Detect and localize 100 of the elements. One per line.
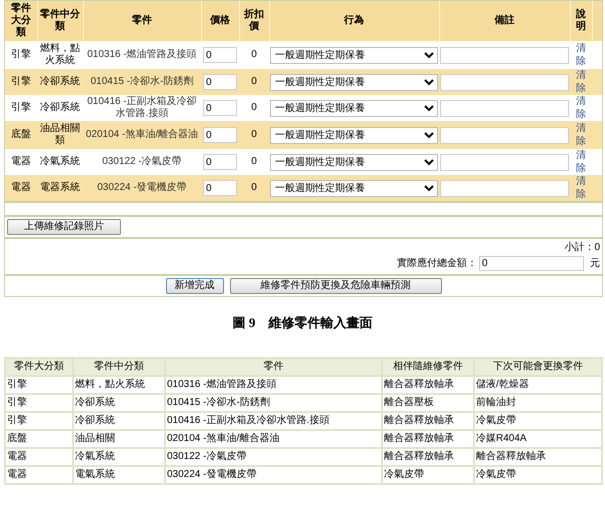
table-cell: 電器 <box>6 449 72 465</box>
table-cell: 030122 -冷氣皮帶 <box>166 449 381 465</box>
price-field[interactable]: 0 <box>203 180 237 196</box>
clear-link[interactable]: 清除 <box>576 122 586 148</box>
table-cell: 冷卻系統 <box>74 395 164 411</box>
price-field[interactable]: 0 <box>203 127 237 143</box>
column-header: 零件中分類 <box>37 1 83 41</box>
table-cell: 電氣系統 <box>74 467 164 483</box>
table-cell: 010316 -燃油管路及接頭 <box>83 41 201 69</box>
table-cell: 油品相關 <box>74 431 164 447</box>
price-field[interactable]: 0 <box>203 100 237 116</box>
table-cell: 燃料，點火系統 <box>74 377 164 393</box>
table-cell: 電器 <box>5 149 37 175</box>
column-header: 零件 <box>83 1 201 41</box>
column-header: 零件 <box>166 359 381 375</box>
action-select[interactable]: 一般週期性定期保養 <box>270 74 438 90</box>
table-cell: 冷卻系統 <box>37 95 83 121</box>
table-cell: 0 <box>239 41 269 69</box>
table-cell: 電器系統 <box>37 175 83 201</box>
note-field[interactable] <box>440 126 569 144</box>
table-cell: 離合器釋放軸承 <box>383 377 473 393</box>
column-header: 價格 <box>201 1 239 41</box>
column-header: 折扣價 <box>239 1 269 41</box>
clear-link[interactable]: 清除 <box>576 42 586 68</box>
table-cell: 離合器壓板 <box>383 395 473 411</box>
table-cell: 020104 -煞車油/離合器油 <box>166 431 381 447</box>
table-cell: 引擎 <box>5 41 37 69</box>
table-cell: 冷卻系統 <box>74 413 164 429</box>
table-cell: 離合器釋放軸承 <box>383 431 473 447</box>
table-cell: 離合器釋放軸承 <box>383 413 473 429</box>
table-cell: 010415 -冷卻水-防銹劑 <box>83 69 201 95</box>
note-field[interactable] <box>440 180 569 196</box>
table-cell: 離合器釋放軸承 <box>475 449 601 465</box>
table-cell: 030224 -發電機皮帶 <box>166 467 381 483</box>
table-cell: 0 <box>239 149 269 175</box>
table-cell: 020104 -煞車油/離合器油 <box>83 121 201 149</box>
table-cell: 冷卻系統 <box>37 69 83 95</box>
table-cell: 離合器釋放軸承 <box>383 449 473 465</box>
table-cell: 冷氣系統 <box>74 449 164 465</box>
note-field[interactable] <box>440 154 569 170</box>
table-cell: 冷氣皮帶 <box>475 467 601 483</box>
note-field[interactable] <box>440 46 569 64</box>
price-field[interactable]: 0 <box>203 47 237 63</box>
column-header: 下次可能會更換零件 <box>475 359 601 375</box>
action-select[interactable]: 一般週期性定期保養 <box>270 126 438 144</box>
table-cell: 油品相關類 <box>37 121 83 149</box>
table-cell: 儲液/乾燥器 <box>475 377 601 393</box>
action-select[interactable]: 一般週期性定期保養 <box>270 180 438 196</box>
table-cell: 030224 -發電機皮帶 <box>83 175 201 201</box>
column-header: 零件大分類 <box>6 359 72 375</box>
column-header: 相伴隨維修零件 <box>383 359 473 375</box>
table-cell: 冷媒R404A <box>475 431 601 447</box>
table-cell: 冷氣系統 <box>37 149 83 175</box>
table-cell: 0 <box>239 95 269 121</box>
action-select[interactable]: 一般週期性定期保養 <box>270 154 438 170</box>
table-cell: 030122 -冷氣皮帶 <box>83 149 201 175</box>
column-header: 零件大分類 <box>5 1 37 41</box>
action-select[interactable]: 一般週期性定期保養 <box>270 100 438 116</box>
column-header: 零件中分類 <box>74 359 164 375</box>
table-cell: 010416 -正副水箱及冷卻水管路.接頭 <box>83 95 201 121</box>
table-cell: 電器 <box>5 175 37 201</box>
table-cell: 冷氣皮帶 <box>383 467 473 483</box>
clear-link[interactable]: 清除 <box>576 69 586 95</box>
column-header: 說明 <box>570 1 592 41</box>
table-cell: 010316 -燃油管路及接頭 <box>166 377 381 393</box>
note-field[interactable] <box>440 100 569 116</box>
clear-link[interactable]: 清除 <box>576 95 586 121</box>
table-cell: 010415 -冷卻水-防銹劑 <box>166 395 381 411</box>
table-cell: 0 <box>239 69 269 95</box>
column-header: 備註 <box>439 1 570 41</box>
table-cell: 底盤 <box>6 431 72 447</box>
table-cell: 010416 -正副水箱及冷卻水管路.接頭 <box>166 413 381 429</box>
figure-caption: 圖 9 維修零件輸入畫面 <box>232 315 372 331</box>
table-cell: 引擎 <box>6 377 72 393</box>
table-cell: 底盤 <box>5 121 37 149</box>
prediction-button[interactable]: 維修零件預防更換及危險車輛預測 <box>230 278 442 294</box>
table-cell: 引擎 <box>5 95 37 121</box>
table-cell: 引擎 <box>6 395 72 411</box>
table-cell: 冷氣皮帶 <box>475 413 601 429</box>
table-cell: 0 <box>239 175 269 201</box>
finish-button[interactable]: 新增完成 <box>166 278 224 294</box>
clear-link[interactable]: 清除 <box>576 149 586 175</box>
action-select[interactable]: 一般週期性定期保養 <box>270 46 438 64</box>
table-cell: 前輪油封 <box>475 395 601 411</box>
column-header: 行為 <box>269 1 439 41</box>
total-label: 實際應付總金額： <box>397 258 477 270</box>
currency-unit: 元 <box>590 258 600 270</box>
table-cell: 引擎 <box>6 413 72 429</box>
price-field[interactable]: 0 <box>203 154 237 170</box>
header-cell <box>592 1 602 41</box>
total-field[interactable]: 0 <box>479 256 584 271</box>
upload-photo-button[interactable]: 上傳維修記錄照片 <box>7 219 121 235</box>
subtotal-text: 小計：0 <box>564 242 600 254</box>
table-cell: 燃料，點火系統 <box>37 41 83 69</box>
note-field[interactable] <box>440 74 569 90</box>
table-cell: 引擎 <box>5 69 37 95</box>
table-cell: 0 <box>239 121 269 149</box>
table-cell: 電器 <box>6 467 72 483</box>
price-field[interactable]: 0 <box>203 74 237 90</box>
clear-link[interactable]: 清除 <box>576 175 586 201</box>
